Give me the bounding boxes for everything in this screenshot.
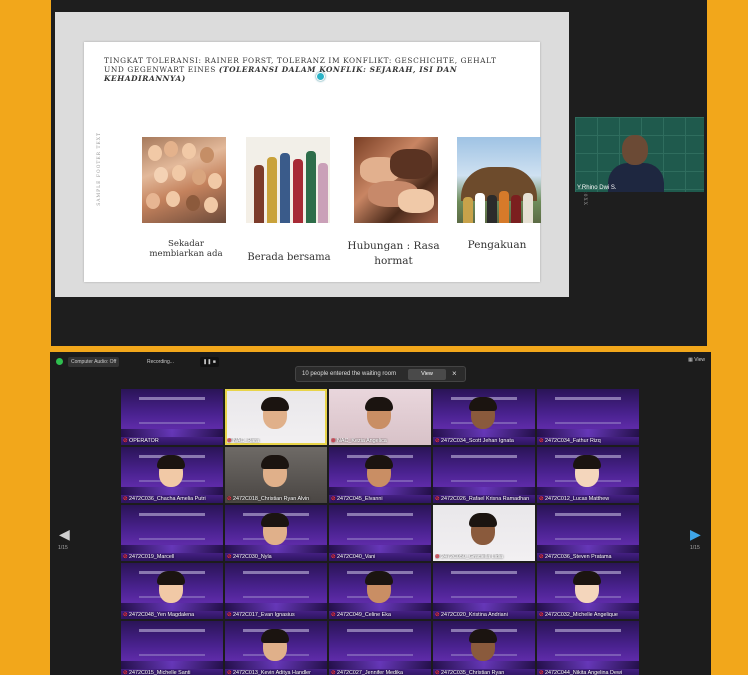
participant-name: ⊘ 2472C049_Celine Eka (331, 612, 391, 618)
participant-grid: ⊘ OPERATOR ⊘ NAC_Rara ⊘ NAC_Kezia Angelica… (121, 389, 639, 675)
participant-name: ⊘ 2472C013_Kevin Aditya Handler (227, 670, 311, 675)
participant-tile[interactable]: ⊘ 2472C049_Celine Eka (329, 563, 431, 619)
slide-title-main: Tingkat Toleransi: Rainer Forst, (104, 56, 274, 65)
notification-text: 10 people entered the waiting room (302, 371, 397, 377)
participant-tile[interactable]: ⊘ 2472C019_Marcell (121, 505, 223, 561)
view-button[interactable]: ▦ View (688, 357, 705, 363)
presenter-video-tile[interactable]: Y.Rhino Dwi S. (575, 117, 704, 192)
previous-page-arrow-icon[interactable]: ◀ (59, 527, 70, 541)
participant-name: ⊘ 2472C020_Kristina Andriani (435, 612, 508, 618)
participant-name: ⊘ 2472C030_Nyla (227, 554, 272, 560)
participant-name: ⊘ 2472C036_Chacha Amelia Putri (123, 496, 206, 502)
participant-name: ⊘ 2472C032_Michelle Angelique (539, 612, 618, 618)
participant-name: ⊘ 2472C012_Lucas Matthew (539, 496, 610, 502)
caption-2: Berada bersama (247, 252, 331, 263)
participant-tile[interactable]: ⊘ 2472C034_Scott Jehan Ignata (433, 389, 535, 445)
participant-name: ⊘ 2472C017_Evan Ignasius (227, 612, 295, 618)
caption-3: Hubungan : Rasa hormat (347, 240, 440, 267)
participant-name: ⊘ 2472C019_Marcell (123, 554, 175, 560)
waiting-room-notification: 10 people entered the waiting room View … (295, 366, 466, 382)
participant-tile[interactable]: ⊘ 2472C035_Christian Ryan (433, 621, 535, 675)
participant-name: ⊘ NAC_Rara (227, 438, 260, 444)
participant-tile[interactable]: ⊘ 2472C050_Graciella Lidia (433, 505, 535, 561)
children-group-image (142, 137, 226, 223)
participant-tile[interactable]: ⊘ OPERATOR (121, 389, 223, 445)
audio-dropdown[interactable]: Computer Audio: Off (68, 357, 120, 367)
participant-name: ⊘ 2472C015_Michelle Santi (123, 670, 191, 675)
religious-leaders-image (457, 137, 541, 223)
participant-name: ⊘ 2472C045_Elvanni (331, 496, 383, 502)
participant-name: ⊘ 2472C026_Rafael Krisna Ramadhan (435, 496, 530, 502)
close-icon[interactable]: × (452, 369, 457, 379)
participant-name: ⊘ 2472C018_Christian Ryan Alvin (227, 496, 310, 502)
participant-tile[interactable]: ⊘ NAC_Rara (225, 389, 327, 445)
participant-tile[interactable]: ⊘ 2472C030_Nyla (225, 505, 327, 561)
notification-view-button[interactable]: View (408, 369, 446, 380)
participant-tile[interactable]: ⊘ 2472C013_Kevin Aditya Handler (225, 621, 327, 675)
caption-1: Sekadar membiarkan ada (149, 239, 223, 259)
participant-tile[interactable]: ⊘ 2472C020_Kristina Andriani (433, 563, 535, 619)
participant-tile[interactable]: ⊘ 2472C044_Nikita Angelina Dewi (537, 621, 639, 675)
shield-icon[interactable] (56, 358, 63, 365)
participant-name: ⊘ 2472C050_Graciella Lidia (435, 554, 504, 560)
page-indicator-left: 1/15 (58, 545, 68, 551)
participant-tile[interactable]: ⊘ 2472C032_Michelle Angelique (537, 563, 639, 619)
gallery-window: Computer Audio: Off Recording... ❚❚ ■ ▦ … (50, 352, 711, 675)
participant-name: ⊘ 2472C048_Yen Magdalena (123, 612, 195, 618)
participant-name: ⊘ NAC_Kezia Angelica (331, 438, 387, 444)
participant-tile[interactable]: ⊘ 2472C027_Jennifer Medika (329, 621, 431, 675)
participant-name: ⊘ 2472C040_Vani (331, 554, 376, 560)
participant-tile[interactable]: ⊘ 2472C012_Lucas Matthew (537, 447, 639, 503)
participant-name: ⊘ 2472C027_Jennifer Medika (331, 670, 403, 675)
participant-name: ⊘ 2472C036_Steven Pratama (539, 554, 612, 560)
participant-name: ⊘ OPERATOR (123, 438, 159, 444)
participant-name: ⊘ 2472C034_Scott Jehan Ignata (435, 438, 514, 444)
participant-name: ⊘ 2472C034_Fathur Rizq (539, 438, 601, 444)
participant-tile[interactable]: ⊘ 2472C017_Evan Ignasius (225, 563, 327, 619)
participant-tile[interactable]: ⊘ 2472C026_Rafael Krisna Ramadhan (433, 447, 535, 503)
participant-tile[interactable]: ⊘ 2472C015_Michelle Santi (121, 621, 223, 675)
joined-hands-image (354, 137, 438, 223)
participant-tile[interactable]: ⊘ 2472C018_Christian Ryan Alvin (225, 447, 327, 503)
slide-footer-text: SAMPLE FOOTER TEXT (97, 132, 102, 206)
presentation-slide: Tingkat Toleransi: Rainer Forst, Toleran… (84, 42, 587, 282)
pause-stop-buttons[interactable]: ❚❚ ■ (200, 357, 219, 367)
traditional-costume-image (246, 137, 330, 223)
presenter-name: Y.Rhino Dwi S. (577, 185, 617, 191)
participant-name: ⊘ 2472C044_Nikita Angelina Dewi (539, 670, 623, 675)
caption-4: Pengakuan (467, 239, 527, 251)
slide-title: Tingkat Toleransi: Rainer Forst, Toleran… (104, 56, 514, 83)
participant-tile[interactable]: ⊘ 2472C036_Steven Pratama (537, 505, 639, 561)
participant-tile[interactable]: ⊘ 2472C045_Elvanni (329, 447, 431, 503)
laser-pointer-icon (316, 72, 325, 81)
next-page-arrow-icon[interactable]: ▶ (690, 527, 701, 541)
participant-tile[interactable]: ⊘ 2472C048_Yen Magdalena (121, 563, 223, 619)
participant-tile[interactable]: ⊘ 2472C036_Chacha Amelia Putri (121, 447, 223, 503)
recording-indicator[interactable]: Recording... (144, 357, 177, 367)
participant-name: ⊘ 2472C035_Christian Ryan (435, 670, 505, 675)
participant-tile[interactable]: ⊘ NAC_Kezia Angelica (329, 389, 431, 445)
participant-tile[interactable]: ⊘ 2472C040_Vani (329, 505, 431, 561)
slide-frame: Tingkat Toleransi: Rainer Forst, Toleran… (55, 12, 587, 297)
participant-tile[interactable]: ⊘ 2472C034_Fathur Rizq (537, 389, 639, 445)
shared-screen-window: Tingkat Toleransi: Rainer Forst, Toleran… (51, 0, 707, 346)
page-indicator-right: 1/15 (690, 545, 700, 551)
